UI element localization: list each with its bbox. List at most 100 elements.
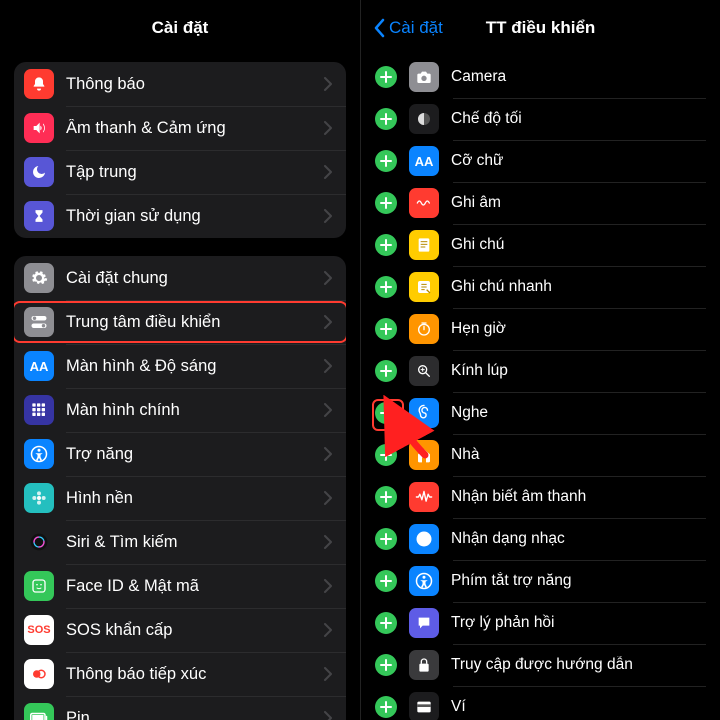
cc-row-12: Phím tắt trợ năng [375, 560, 706, 602]
settings-row-label: Tập trung [66, 163, 324, 182]
settings-row-g1-1[interactable]: Âm thanh & Cảm ứng [14, 106, 346, 150]
battery-icon [24, 703, 54, 720]
cc-row-label: Hẹn giờ [451, 320, 706, 338]
settings-row-label: Thông báo [66, 75, 324, 94]
add-button[interactable] [375, 66, 397, 88]
page-title: TT điều khiển [486, 18, 596, 38]
settings-row-g1-3[interactable]: Thời gian sử dụng [14, 194, 346, 238]
settings-row-label: Âm thanh & Cảm ứng [66, 119, 324, 138]
cc-row-7: Kính lúp [375, 350, 706, 392]
add-button[interactable] [375, 318, 397, 340]
settings-row-g1-0[interactable]: Thông báo [14, 62, 346, 106]
moon-icon [24, 157, 54, 187]
add-button[interactable] [375, 654, 397, 676]
settings-row-g2-5[interactable]: Hình nền [14, 476, 346, 520]
cc-row-8: Nghe [375, 392, 706, 434]
back-button[interactable]: Cài đặt [373, 0, 443, 56]
shazam-icon [409, 524, 439, 554]
access-icon [409, 566, 439, 596]
note-icon [409, 230, 439, 260]
wallet-icon [409, 692, 439, 720]
settings-row-g2-1[interactable]: Trung tâm điều khiển [14, 300, 346, 344]
cc-row-1: Chế độ tối [375, 98, 706, 140]
add-button[interactable] [375, 486, 397, 508]
chevron-left-icon [373, 18, 385, 38]
add-button[interactable] [375, 150, 397, 172]
cc-row-label: Nhận dạng nhạc [451, 530, 706, 548]
aa-icon: AA [24, 351, 54, 381]
cc-row-13: Trợ lý phản hồi [375, 602, 706, 644]
add-button[interactable] [375, 192, 397, 214]
settings-row-label: Thông báo tiếp xúc [66, 665, 324, 684]
settings-row-g2-3[interactable]: Màn hình chính [14, 388, 346, 432]
settings-row-label: Màn hình chính [66, 401, 324, 420]
settings-row-label: Màn hình & Độ sáng [66, 357, 324, 376]
settings-row-label: Thời gian sử dụng [66, 207, 324, 226]
lock-icon [409, 650, 439, 680]
cc-row-label: Ghi chú nhanh [451, 278, 706, 296]
add-button[interactable] [375, 276, 397, 298]
dark-icon [409, 104, 439, 134]
aa-icon: AA [409, 146, 439, 176]
cc-row-5: Ghi chú nhanh [375, 266, 706, 308]
add-button[interactable] [375, 444, 397, 466]
add-button[interactable] [375, 528, 397, 550]
add-button[interactable] [375, 696, 397, 718]
gear-icon [24, 263, 54, 293]
settings-row-label: Hình nền [66, 489, 324, 508]
cc-row-11: Nhận dạng nhạc [375, 518, 706, 560]
grid-icon [24, 395, 54, 425]
cc-row-label: Kính lúp [451, 362, 706, 380]
add-button[interactable] [375, 360, 397, 382]
cc-row-label: Nhận biết âm thanh [451, 488, 706, 506]
settings-group-1: Thông báo Âm thanh & Cảm ứng Tập trung Thời… [14, 62, 346, 238]
control-center-pane: Cài đặt TT điều khiển CameraChế độ tốiAA… [360, 0, 720, 720]
cc-row-label: Ghi chú [451, 236, 706, 254]
page-title: Cài đặt [152, 18, 209, 38]
settings-row-label: Cài đặt chung [66, 269, 324, 288]
settings-row-label: Trợ năng [66, 445, 324, 464]
cc-header: Cài đặt TT điều khiển [361, 0, 720, 56]
cc-row-label: Cỡ chữ [451, 152, 706, 170]
bell-icon [24, 69, 54, 99]
more-controls-list: Camera Chế độ tối AA Cỡ chữ Ghi âm Ghi chú Ghi… [375, 56, 706, 720]
settings-row-g2-4[interactable]: Trợ năng [14, 432, 346, 476]
add-button[interactable] [375, 570, 397, 592]
settings-row-g2-7[interactable]: Face ID & Mật mã [14, 564, 346, 608]
sound-icon [409, 482, 439, 512]
cc-row-10: Nhận biết âm thanh [375, 476, 706, 518]
cc-row-14: Truy cập được hướng dẫn [375, 644, 706, 686]
cc-row-label: Phím tắt trợ năng [451, 572, 706, 590]
access-icon [24, 439, 54, 469]
settings-row-g2-2[interactable]: AA Màn hình & Độ sáng [14, 344, 346, 388]
exposure-icon [24, 659, 54, 689]
flower-icon [24, 483, 54, 513]
home-icon [409, 440, 439, 470]
cc-row-6: Hẹn giờ [375, 308, 706, 350]
cc-row-9: Nhà [375, 434, 706, 476]
settings-row-label: Trung tâm điều khiển [66, 313, 324, 332]
cc-row-label: Camera [451, 68, 706, 86]
settings-row-g2-0[interactable]: Cài đặt chung [14, 256, 346, 300]
settings-row-label: Face ID & Mật mã [66, 577, 324, 596]
cc-row-3: Ghi âm [375, 182, 706, 224]
cc-row-4: Ghi chú [375, 224, 706, 266]
cc-row-0: Camera [375, 56, 706, 98]
add-button[interactable] [375, 612, 397, 634]
add-button[interactable] [375, 402, 397, 424]
settings-row-g2-10[interactable]: Pin [14, 696, 346, 720]
settings-row-g2-6[interactable]: Siri & Tìm kiếm [14, 520, 346, 564]
settings-row-label: Siri & Tìm kiếm [66, 533, 324, 552]
settings-row-label: Pin [66, 709, 324, 720]
hourglass-icon [24, 201, 54, 231]
settings-row-g1-2[interactable]: Tập trung [14, 150, 346, 194]
cc-row-label: Truy cập được hướng dẫn [451, 656, 706, 674]
settings-row-g2-9[interactable]: Thông báo tiếp xúc [14, 652, 346, 696]
add-button[interactable] [375, 234, 397, 256]
cc-row-label: Ghi âm [451, 194, 706, 212]
settings-row-g2-8[interactable]: SOSSOS khẩn cấp [14, 608, 346, 652]
camera-icon [409, 62, 439, 92]
speaker-icon [24, 113, 54, 143]
cc-row-2: AA Cỡ chữ [375, 140, 706, 182]
add-button[interactable] [375, 108, 397, 130]
